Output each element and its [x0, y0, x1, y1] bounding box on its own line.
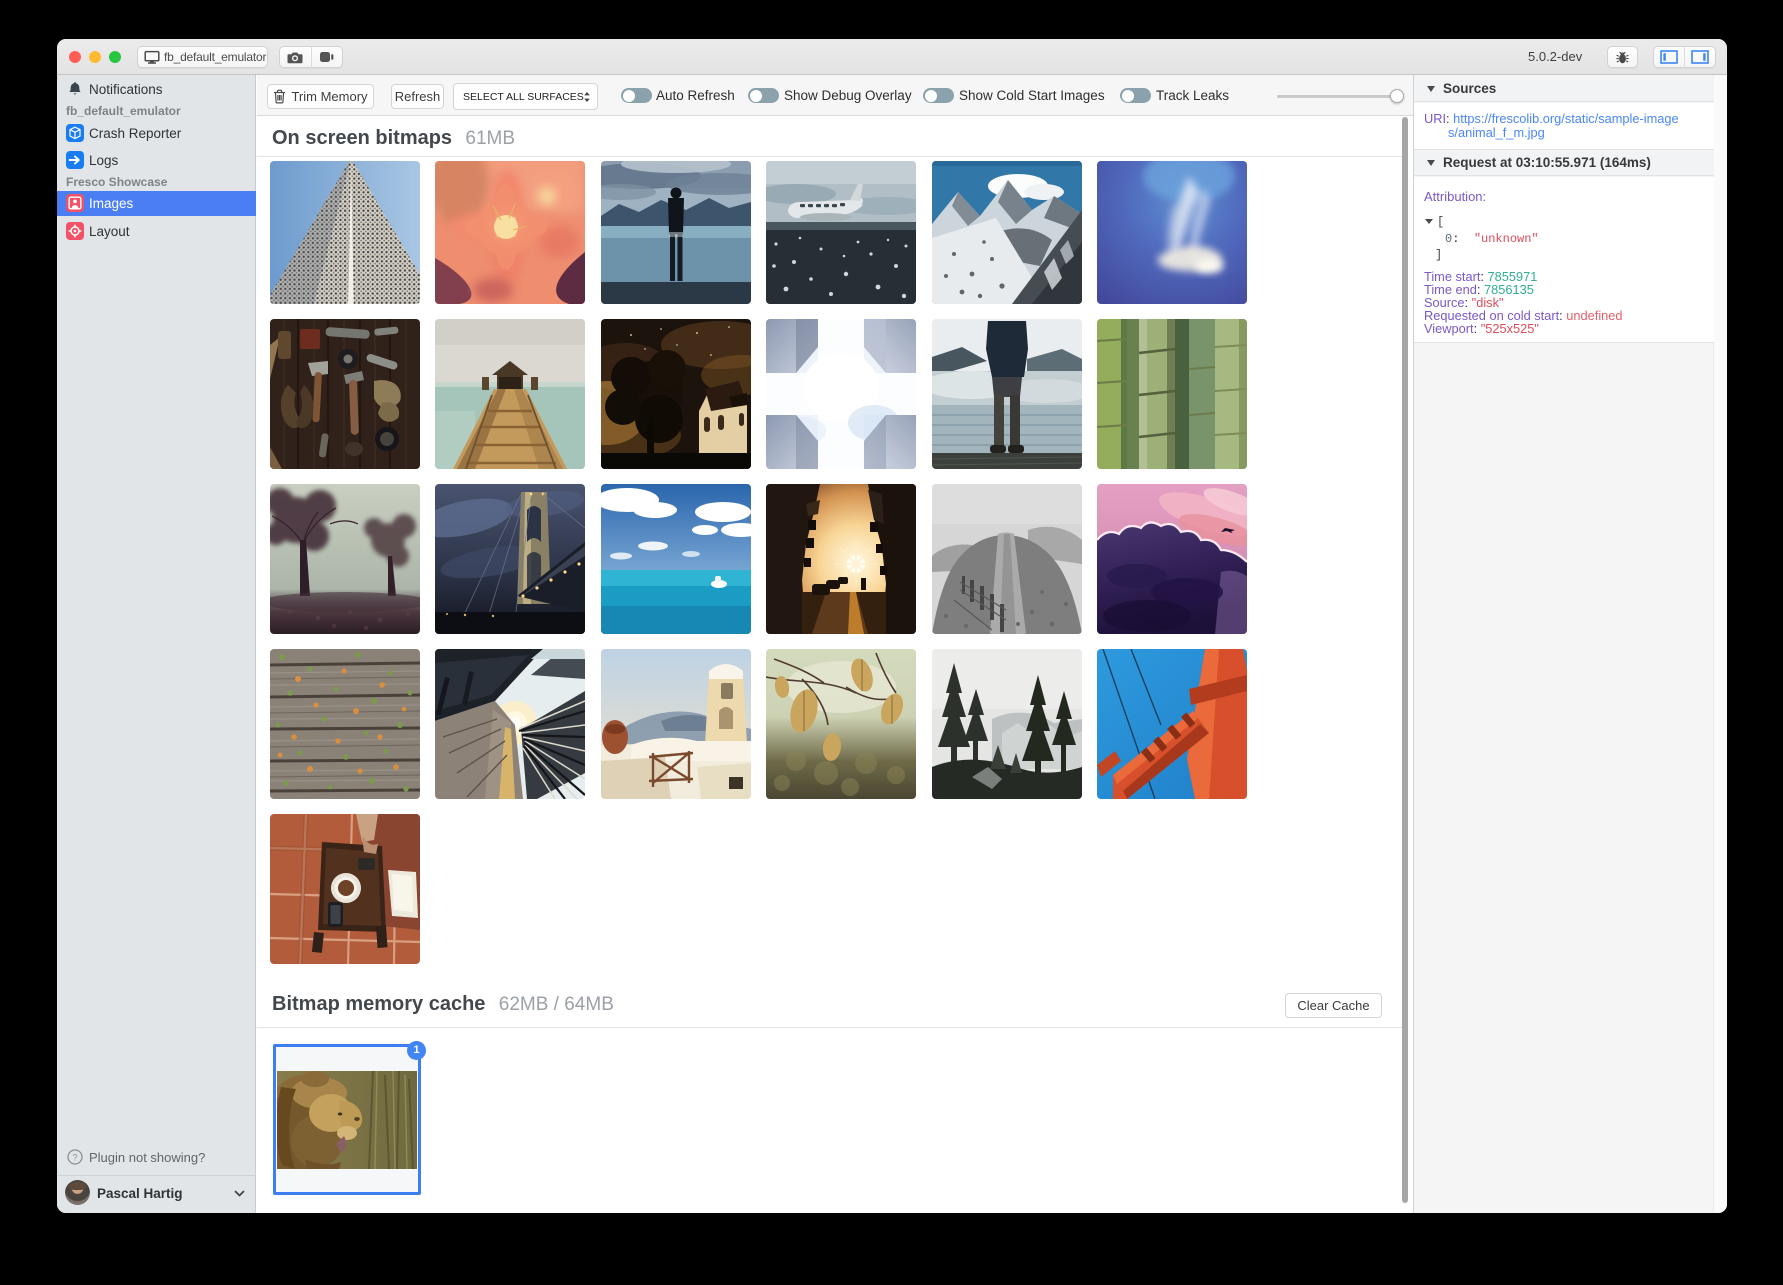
svg-text:?: ? — [72, 1152, 77, 1163]
